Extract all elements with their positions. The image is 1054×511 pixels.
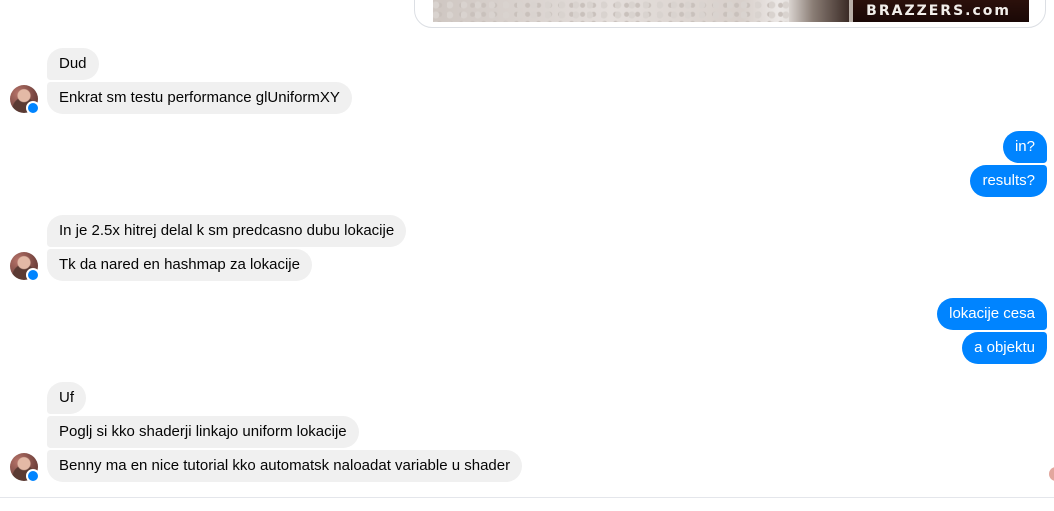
incoming-message[interactable]: In je 2.5x hitrej delal k sm predcasno d… [47,215,407,247]
shared-image-message[interactable]: BRAZZERS.com [414,0,1046,28]
shared-image[interactable]: BRAZZERS.com [433,0,1029,22]
messenger-badge-icon [26,469,40,483]
outgoing-message[interactable]: lokacije cesa [937,298,1047,330]
image-dark-region [789,0,849,22]
read-receipt-avatar-icon [1049,467,1054,481]
messenger-badge-icon [26,268,40,282]
composer-divider [0,497,1054,498]
incoming-message[interactable]: Enkrat sm testu performance glUniformXY [47,82,352,114]
outgoing-message[interactable]: a objektu [962,332,1047,364]
messenger-badge-icon [26,101,40,115]
incoming-message[interactable]: Benny ma en nice tutorial kko automatsk … [47,450,523,482]
incoming-message[interactable]: Dud [47,48,99,80]
outgoing-message[interactable]: results? [970,165,1047,197]
contact-avatar[interactable] [10,453,40,483]
incoming-message[interactable]: Uf [47,382,86,414]
outgoing-message[interactable]: in? [1002,131,1047,163]
contact-avatar[interactable] [10,85,40,115]
image-logo-strip: BRAZZERS.com [853,0,1029,22]
incoming-message[interactable]: Poglj si kko shaderji linkajo uniform lo… [47,416,359,448]
contact-avatar[interactable] [10,252,40,282]
message-thread: BRAZZERS.com Dud Enkrat sm testu perform… [0,0,1054,498]
incoming-message[interactable]: Tk da nared en hashmap za lokacije [47,249,312,281]
image-watermark: BRAZZERS.com [866,3,1011,19]
